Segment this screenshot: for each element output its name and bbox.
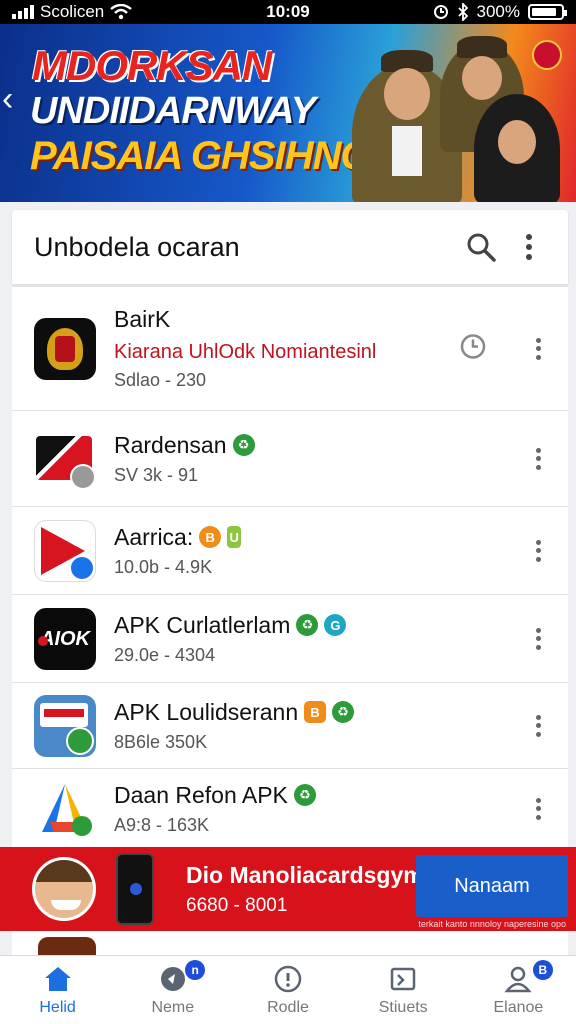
bottom-nav: Helid Neme n Rodle Stiuets Elanoe B <box>0 955 576 1024</box>
profile-icon <box>504 963 532 995</box>
notification-badge: n <box>185 960 206 980</box>
recycle-badge-icon: ♻ <box>296 614 319 636</box>
chevron-left-icon[interactable]: ‹ <box>2 82 13 116</box>
list-item[interactable]: Daan Refon APK ♻ A9:8 - 163K <box>12 768 568 848</box>
nav-item-stiuets[interactable]: Stiuets <box>346 956 461 1024</box>
app-name: Rardensan <box>114 431 227 458</box>
app-subtitle: Kiarana UhlOdk Nomiantesinl <box>114 341 377 363</box>
list-item-partial[interactable] <box>12 931 568 955</box>
wifi-icon <box>110 4 133 20</box>
recycle-badge-icon: ♻ <box>332 701 355 723</box>
app-name: APK Curlatlerlam <box>114 611 291 638</box>
garuda-emblem-icon <box>532 40 562 70</box>
ad-cta-button[interactable]: Nanaam <box>416 855 568 917</box>
app-name: Aarrica: <box>114 523 194 550</box>
banner-person-woman <box>474 94 560 202</box>
app-meta: 8B6le 350K <box>114 731 208 752</box>
aiok-logo-icon: AIOK <box>34 607 96 670</box>
app-name: Daan Refon APK <box>114 781 288 808</box>
battery-text: 300% <box>476 2 520 21</box>
nav-label: Elanoe <box>493 999 544 1016</box>
nav-item-elanoe[interactable]: Elanoe B <box>461 956 576 1024</box>
window-icon <box>389 963 417 995</box>
more-vert-icon[interactable] <box>534 797 542 820</box>
app-meta: SV 3k - 91 <box>114 464 199 485</box>
bluetooth-icon <box>457 3 468 21</box>
status-time: 10:09 <box>266 2 310 21</box>
notification-badge: B <box>532 960 553 980</box>
app-name: APK Loulidserann <box>114 698 299 725</box>
status-left: Scolicen <box>12 2 212 22</box>
app-meta: A9:8 - 163K <box>114 814 210 835</box>
ad-fine-print: terkait kanto nnnoloy naperesine opo <box>418 919 566 929</box>
compass-icon <box>159 963 187 995</box>
ad-banner[interactable]: Dio Manoliacardsgym 6680 - 8001 Nanaam t… <box>0 847 576 931</box>
banner-headline-1: MDORKSAN <box>32 42 272 89</box>
list-header: Unbodela ocaran <box>12 210 568 284</box>
alarm-icon <box>433 5 448 19</box>
carrier-name: Scolicen <box>40 2 105 21</box>
more-vert-icon[interactable] <box>534 627 542 650</box>
app-name: BairK <box>114 306 171 332</box>
phone-icon <box>116 853 154 925</box>
list-item[interactable]: APK Loulidserann B ♻ 8B6le 350K <box>12 682 568 768</box>
app-icon <box>38 937 96 955</box>
app-name-line: Rardensan ♻ <box>114 432 568 459</box>
ad-subtitle: 6680 - 8001 <box>186 894 288 916</box>
list-item[interactable]: Rardensan ♻ SV 3k - 91 <box>12 410 568 506</box>
page-title: Unbodela ocaran <box>34 231 240 262</box>
nav-label: Stiuets <box>378 999 428 1016</box>
signal-icon <box>12 5 34 19</box>
info-circle-icon <box>274 963 302 995</box>
triangle-logo-icon <box>34 777 96 840</box>
ad-text: Dio Manoliacardsgym 6680 - 8001 <box>186 862 424 917</box>
police-emblem-icon <box>34 317 96 380</box>
nav-label: Neme <box>151 999 195 1016</box>
banner-headline-3: PAISAIA GHSIHNGI <box>30 134 382 178</box>
app-name-line: APK Curlatlerlam ♻ G <box>114 612 568 639</box>
list-item[interactable]: BairK Kiarana UhlOdk Nomiantesinl Sdlao … <box>12 286 568 410</box>
nav-item-home[interactable]: Helid <box>0 956 115 1024</box>
app-meta: 10.0b - 4.9K <box>114 556 213 577</box>
clock-icon[interactable] <box>460 333 486 364</box>
battery-icon <box>528 4 567 20</box>
home-icon <box>43 963 73 995</box>
list-item[interactable]: Aarrica: B U 10.0b - 4.9K <box>12 506 568 594</box>
recycle-badge-icon: ♻ <box>232 434 255 456</box>
ad-title: Dio Manoliacardsgym <box>186 861 424 888</box>
app-name-line: APK Loulidserann B ♻ <box>114 699 568 726</box>
ad-avatar <box>32 857 96 921</box>
search-icon[interactable] <box>464 230 498 264</box>
banner-headline-2: UNDIIDARNWAY <box>30 90 316 132</box>
nav-label: Helid <box>39 999 76 1016</box>
app-list: BairK Kiarana UhlOdk Nomiantesinl Sdlao … <box>12 286 568 848</box>
orange-badge-icon: B <box>304 701 327 723</box>
nav-label: Rodle <box>267 999 309 1016</box>
more-vert-icon[interactable] <box>512 230 546 264</box>
status-right: 300% <box>364 2 567 22</box>
more-vert-icon[interactable] <box>534 337 542 360</box>
orange-badge-icon: B <box>199 526 222 548</box>
more-vert-icon[interactable] <box>534 447 542 470</box>
red-arrow-icon <box>34 519 96 582</box>
app-name-line: Aarrica: B U <box>114 524 568 551</box>
nav-item-rodle[interactable]: Rodle <box>230 956 345 1024</box>
promo-banner[interactable]: ‹ MDORKSAN UNDIIDARNWAY PAISAIA GHSIHNGI <box>0 24 576 202</box>
more-vert-icon[interactable] <box>534 539 542 562</box>
map-tile-icon <box>34 694 96 757</box>
green-badge-icon: U <box>227 526 242 548</box>
app-meta: Sdlao - 230 <box>114 370 207 390</box>
flag-tile-icon <box>34 427 96 490</box>
app-meta: 29.0e - 4304 <box>114 644 216 665</box>
app-name-line: Daan Refon APK ♻ <box>114 782 568 809</box>
more-vert-icon[interactable] <box>534 714 542 737</box>
battery-fill <box>532 8 556 16</box>
recycle-badge-icon: ♻ <box>293 784 316 806</box>
status-bar: Scolicen 10:09 300% <box>0 0 576 24</box>
nav-item-neme[interactable]: Neme n <box>115 956 230 1024</box>
teal-badge-icon: G <box>324 614 347 636</box>
list-item[interactable]: AIOK APK Curlatlerlam ♻ G 29.0e - 4304 <box>12 594 568 682</box>
